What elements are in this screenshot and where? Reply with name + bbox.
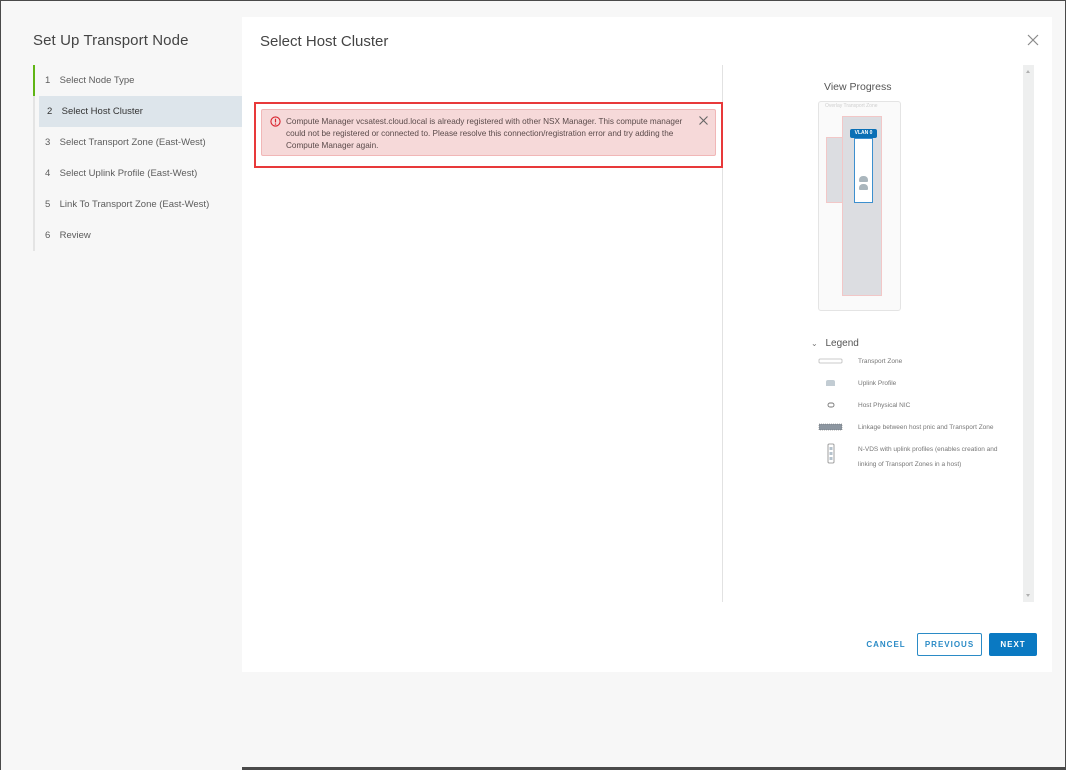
- step-link-transport-zone[interactable]: 5 Link To Transport Zone (East-West): [35, 189, 242, 220]
- progress-title: View Progress: [824, 81, 892, 93]
- nvds-tag: VLAN 0: [850, 129, 877, 138]
- step-number: 4: [45, 168, 51, 179]
- wizard-title: Set Up Transport Node: [33, 32, 189, 49]
- uplink-profile-icon: [826, 380, 835, 386]
- uplink-profile-icon: [859, 184, 868, 190]
- legend-label: Host Physical NIC: [858, 402, 911, 409]
- alert-message: Compute Manager vcsatest.cloud.local is …: [286, 117, 683, 150]
- step-select-host-cluster[interactable]: 2 Select Host Cluster: [39, 96, 242, 127]
- legend-toggle[interactable]: ⌄ Legend: [811, 338, 859, 349]
- legend-label: Transport Zone: [858, 358, 903, 365]
- nvds-icon: [827, 443, 835, 464]
- close-button[interactable]: [1026, 33, 1040, 47]
- step-select-uplink-profile[interactable]: 4 Select Uplink Profile (East-West): [35, 158, 242, 189]
- linkage-icon: [818, 423, 843, 431]
- step-number: 5: [45, 199, 51, 210]
- previous-button[interactable]: PREVIOUS: [917, 633, 982, 656]
- host-cluster-content: Compute Manager vcsatest.cloud.local is …: [242, 65, 723, 602]
- step-select-transport-zone[interactable]: 3 Select Transport Zone (East-West): [35, 127, 242, 158]
- cancel-button[interactable]: CANCEL: [862, 633, 910, 656]
- step-select-node-type[interactable]: 1 Select Node Type: [33, 65, 242, 96]
- legend-title: Legend: [825, 338, 859, 349]
- error-alert: Compute Manager vcsatest.cloud.local is …: [261, 109, 716, 156]
- page-title: Select Host Cluster: [260, 33, 389, 50]
- alert-close-button[interactable]: [698, 115, 709, 126]
- step-label: Review: [59, 230, 91, 241]
- scroll-up-arrow-icon[interactable]: [1026, 70, 1030, 73]
- step-number: 6: [45, 230, 51, 241]
- step-review[interactable]: 6 Review: [35, 220, 242, 251]
- next-button[interactable]: NEXT: [989, 633, 1037, 656]
- transport-zone-icon: [818, 358, 843, 364]
- chevron-down-icon: ⌄: [811, 339, 818, 348]
- progress-scrollbar[interactable]: [1023, 65, 1034, 602]
- legend-label-continued: linking of Transport Zones in a host): [858, 461, 962, 468]
- host-physical-nic-icon: [827, 402, 835, 408]
- step-label: Select Host Cluster: [61, 106, 143, 117]
- wizard-sidebar: Set Up Transport Node 1 Select Node Type…: [1, 1, 242, 770]
- host-pnic-block: [826, 137, 843, 203]
- step-number: 1: [45, 75, 51, 86]
- wizard-content: Select Host Cluster Compute Manager vcsa…: [242, 17, 1052, 672]
- legend-label: Linkage between host pnic and Transport …: [858, 424, 994, 431]
- error-circle-icon: [270, 116, 281, 127]
- step-number: 2: [47, 106, 53, 117]
- progress-diagram: Overlay Transport Zone VLAN 0: [818, 101, 901, 311]
- legend-label: Uplink Profile: [858, 380, 897, 387]
- wizard-steps: 1 Select Node Type 2 Select Host Cluster…: [33, 65, 242, 251]
- close-icon: [1027, 34, 1039, 46]
- step-number: 3: [45, 137, 51, 148]
- step-label: Select Uplink Profile (East-West): [59, 168, 198, 179]
- view-progress-panel: View Progress Overlay Transport Zone VLA…: [724, 65, 1024, 602]
- scroll-down-arrow-icon[interactable]: [1026, 594, 1030, 597]
- step-label: Select Transport Zone (East-West): [59, 137, 206, 148]
- uplink-profile-icon: [859, 176, 868, 182]
- step-label: Select Node Type: [59, 75, 135, 86]
- close-icon: [699, 116, 708, 125]
- step-label: Link To Transport Zone (East-West): [59, 199, 210, 210]
- nvds-box: [854, 138, 873, 203]
- legend-label: N-VDS with uplink profiles (enables crea…: [858, 446, 998, 453]
- alert-highlight-box: Compute Manager vcsatest.cloud.local is …: [254, 102, 723, 168]
- diagram-zone-label: Overlay Transport Zone: [825, 103, 878, 109]
